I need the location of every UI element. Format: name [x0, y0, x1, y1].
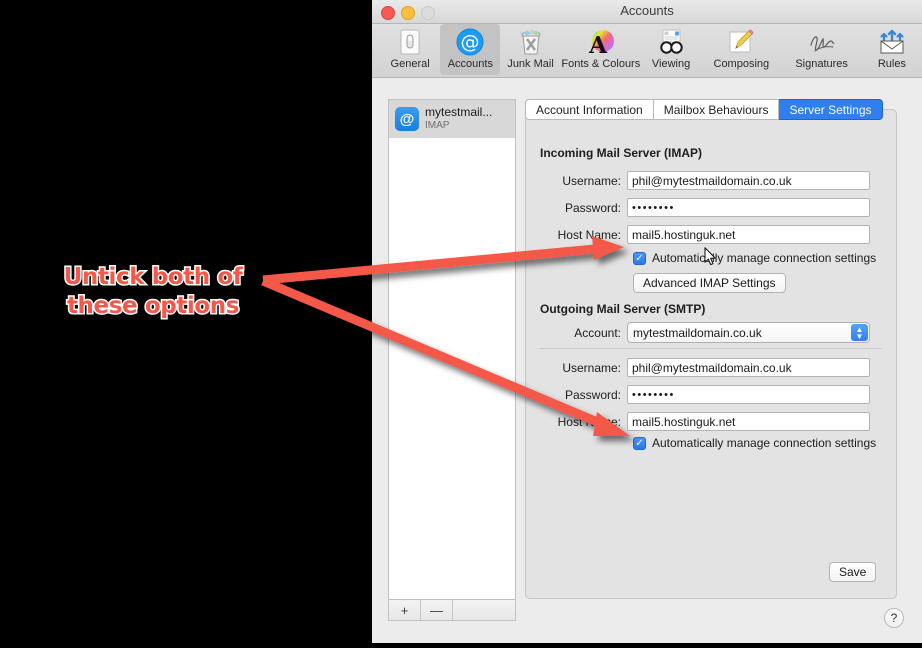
chevron-updown-icon: ▲ ▼	[851, 324, 868, 341]
help-button[interactable]: ?	[884, 608, 904, 628]
general-switch-icon	[395, 27, 425, 57]
toolbar-item-rules[interactable]: Rules	[862, 24, 922, 75]
chevron-down-glyph: ▼	[855, 331, 864, 341]
pencil-note-icon	[726, 27, 756, 57]
incoming-password-input[interactable]: ••••••••	[627, 198, 870, 217]
account-name: mytestmail...	[425, 106, 493, 120]
toolbar-item-label: Signatures	[795, 58, 848, 70]
toolbar-item-label: Rules	[877, 58, 906, 70]
account-detail-pane: Account Information Mailbox Behaviours S…	[525, 99, 897, 599]
preferences-window: Accounts General @ Accounts Junk Mail A …	[372, 0, 922, 643]
account-text-block: mytestmail... IMAP	[425, 106, 492, 131]
window-titlebar: Accounts	[372, 0, 922, 24]
outgoing-account-label: Account:	[574, 325, 621, 340]
rules-envelope-icon	[877, 27, 907, 57]
outgoing-section-title: Outgoing Mail Server (SMTP)	[540, 302, 706, 316]
incoming-section-title: Incoming Mail Server (IMAP)	[540, 146, 703, 160]
svg-text:A: A	[588, 32, 608, 56]
incoming-auto-manage-checkbox[interactable]: ✓	[633, 251, 646, 265]
outgoing-account-row: Account: mytestmaildomain.co.uk ▲ ▼	[526, 322, 896, 343]
preferences-content: @ mytestmail... IMAP + — Account Informa…	[372, 78, 922, 643]
incoming-hostname-input[interactable]: mail5.hostinguk.net	[627, 225, 870, 244]
outgoing-username-row: Username: phil@mytestmaildomain.co.uk	[526, 358, 896, 377]
outgoing-auto-manage-row[interactable]: ✓ Automatically manage connection settin…	[633, 436, 876, 450]
outgoing-auto-manage-checkbox[interactable]: ✓	[633, 436, 646, 450]
tab-bar: Account Information Mailbox Behaviours S…	[525, 99, 883, 120]
incoming-password-row: Password: ••••••••	[526, 198, 896, 217]
incoming-auto-manage-row[interactable]: ✓ Automatically manage connection settin…	[633, 251, 876, 265]
toolbar-item-label: Composing	[713, 58, 770, 70]
tab-server-settings[interactable]: Server Settings	[779, 99, 883, 120]
annotation-line-2: these options	[65, 292, 240, 321]
at-sign-icon: @	[395, 107, 419, 131]
incoming-hostname-row: Host Name: mail5.hostinguk.net	[526, 225, 896, 244]
add-account-button[interactable]: +	[389, 600, 421, 620]
outgoing-account-select[interactable]: mytestmaildomain.co.uk ▲ ▼	[627, 322, 870, 343]
toolbar-item-general[interactable]: General	[380, 24, 440, 75]
footer-spacer	[453, 600, 515, 620]
toolbar-item-label: Viewing	[651, 58, 691, 70]
outgoing-password-label: Password:	[564, 387, 621, 402]
incoming-auto-manage-label: Automatically manage connection settings	[652, 251, 877, 265]
outgoing-username-label: Username:	[562, 360, 621, 375]
section-divider	[540, 348, 882, 349]
outgoing-username-input[interactable]: phil@mytestmaildomain.co.uk	[627, 358, 870, 377]
annotation-caption: Untick both of these options	[53, 263, 253, 321]
outgoing-password-input[interactable]: ••••••••	[627, 385, 870, 404]
preferences-toolbar: General @ Accounts Junk Mail A Fonts & C…	[372, 24, 922, 78]
mouse-cursor	[704, 247, 717, 271]
toolbar-item-junk-mail[interactable]: Junk Mail	[500, 24, 560, 75]
outgoing-account-value: mytestmaildomain.co.uk	[633, 325, 762, 340]
incoming-password-label: Password:	[564, 200, 621, 215]
at-sign-icon: @	[455, 27, 485, 57]
incoming-username-row: Username: phil@mytestmaildomain.co.uk	[526, 171, 896, 190]
toolbar-item-label: Accounts	[447, 58, 493, 70]
toolbar-item-accounts[interactable]: @ Accounts	[440, 24, 501, 75]
accounts-list[interactable]: @ mytestmail... IMAP	[388, 99, 516, 600]
toolbar-item-fonts-and-colours[interactable]: A Fonts & Colours	[561, 24, 641, 75]
save-button[interactable]: Save	[829, 562, 877, 582]
signature-icon	[807, 27, 837, 57]
outgoing-hostname-input[interactable]: mail5.hostinguk.net	[627, 412, 870, 431]
outgoing-password-row: Password: ••••••••	[526, 385, 896, 404]
tab-account-information[interactable]: Account Information	[525, 99, 654, 120]
incoming-username-label: Username:	[562, 173, 621, 188]
toolbar-item-label: Junk Mail	[507, 58, 554, 70]
toolbar-item-label: Fonts & Colours	[561, 58, 641, 70]
window-title: Accounts	[620, 3, 674, 18]
outgoing-hostname-label: Host Name:	[557, 414, 621, 429]
annotation-line-1: Untick both of	[62, 263, 244, 292]
toolbar-item-composing[interactable]: Composing	[701, 24, 781, 75]
account-type: IMAP	[425, 120, 450, 132]
accounts-list-footer: + —	[388, 600, 516, 621]
outgoing-hostname-row: Host Name: mail5.hostinguk.net	[526, 412, 896, 431]
font-colour-icon: A	[586, 27, 616, 57]
incoming-username-input[interactable]: phil@mytestmaildomain.co.uk	[627, 171, 870, 190]
junk-trash-icon	[516, 27, 546, 57]
server-settings-panel: Incoming Mail Server (IMAP) Username: ph…	[525, 109, 897, 599]
list-item-account[interactable]: @ mytestmail... IMAP	[389, 100, 515, 138]
toolbar-item-viewing[interactable]: Viewing	[641, 24, 701, 75]
glasses-icon	[656, 27, 686, 57]
advanced-imap-settings-button[interactable]: Advanced IMAP Settings	[633, 273, 786, 293]
remove-account-button[interactable]: —	[421, 600, 453, 620]
svg-text:@: @	[461, 31, 480, 53]
outgoing-auto-manage-label: Automatically manage connection settings	[652, 436, 877, 450]
toolbar-item-label: General	[390, 58, 430, 70]
incoming-hostname-label: Host Name:	[557, 227, 621, 242]
tab-mailbox-behaviours[interactable]: Mailbox Behaviours	[653, 99, 780, 120]
toolbar-item-signatures[interactable]: Signatures	[781, 24, 861, 75]
